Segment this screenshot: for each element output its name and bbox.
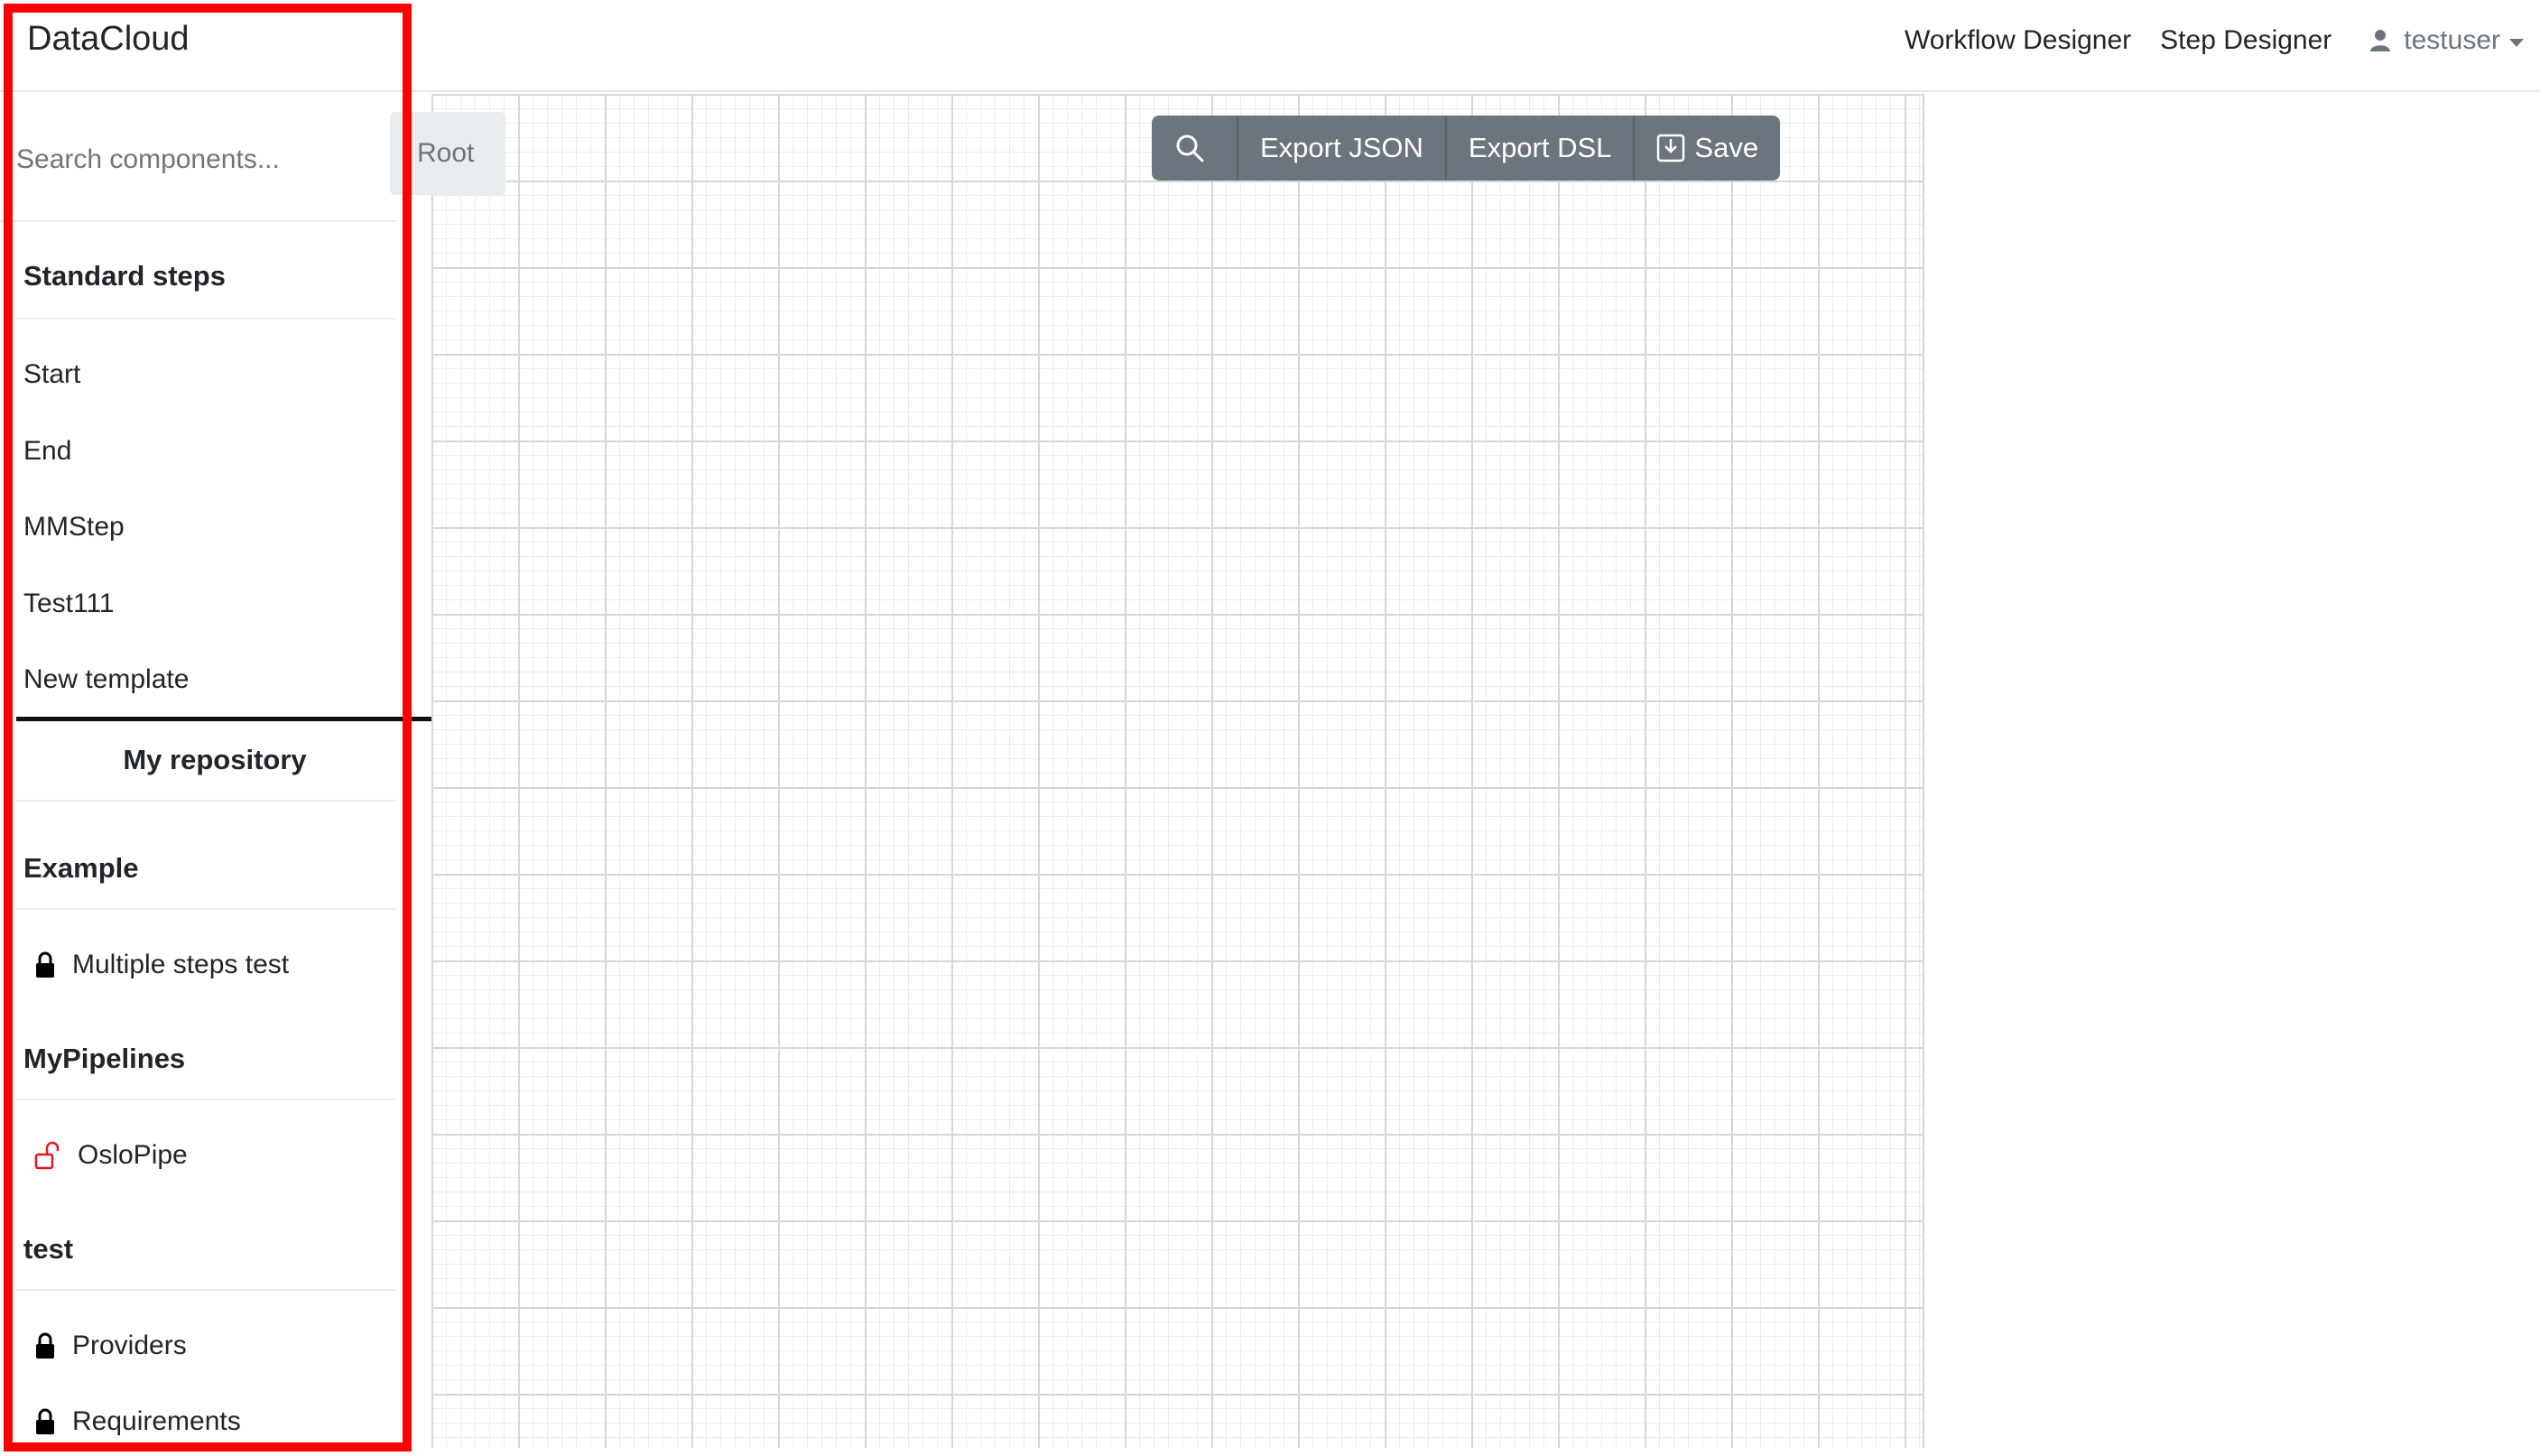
- nav-step-designer[interactable]: Step Designer: [2160, 25, 2331, 56]
- lock-icon: [36, 951, 54, 978]
- pipeline-providers[interactable]: Providers: [34, 1331, 187, 1361]
- user-icon: [2370, 30, 2391, 51]
- pipeline-oslopipe[interactable]: OsloPipe: [34, 1140, 188, 1171]
- repository-divider: [16, 717, 431, 721]
- group-test[interactable]: test: [23, 1233, 73, 1266]
- user-name: testuser: [2404, 25, 2500, 55]
- search-icon: [1176, 134, 1204, 162]
- canvas-toolbar: Export JSON Export DSL Save: [1152, 116, 1781, 181]
- lock-icon: [36, 1332, 54, 1359]
- zoom-search-button[interactable]: [1152, 116, 1238, 181]
- divider: [16, 800, 395, 802]
- step-end[interactable]: End: [23, 436, 71, 467]
- brand-logo[interactable]: DataCloud: [27, 20, 190, 59]
- export-json-button[interactable]: Export JSON: [1238, 116, 1447, 181]
- section-standard-steps: Standard steps: [23, 260, 226, 292]
- pipeline-label: OsloPipe: [78, 1140, 188, 1170]
- divider: [16, 1289, 395, 1291]
- step-start[interactable]: Start: [23, 359, 80, 390]
- export-dsl-button[interactable]: Export DSL: [1446, 116, 1636, 181]
- save-label: Save: [1694, 132, 1759, 163]
- search-row: [0, 92, 397, 222]
- unlock-icon: [34, 1141, 60, 1170]
- divider: [16, 908, 395, 910]
- group-mypipelines[interactable]: MyPipelines: [23, 1043, 185, 1075]
- divider: [16, 1099, 395, 1100]
- step-test111[interactable]: Test111: [23, 589, 115, 619]
- lock-icon: [36, 1408, 54, 1434]
- pipeline-label: Providers: [72, 1331, 187, 1360]
- save-icon: [1657, 134, 1685, 162]
- pipeline-label: Multiple steps test: [72, 950, 290, 979]
- repository-title: My repository: [123, 744, 307, 775]
- nav-workflow-designer[interactable]: Workflow Designer: [1905, 25, 2131, 56]
- save-button[interactable]: Save: [1635, 116, 1781, 181]
- step-new-template[interactable]: New template: [23, 664, 189, 695]
- workflow-canvas[interactable]: [431, 94, 1924, 1448]
- divider: [16, 318, 395, 320]
- chevron-down-icon: [2509, 38, 2524, 47]
- pipeline-label: Requirements: [72, 1406, 241, 1436]
- nav-links: Workflow Designer Step Designer testuser: [1876, 25, 2524, 56]
- top-navbar: DataCloud Workflow Designer Step Designe…: [0, 0, 2540, 92]
- pipeline-requirements[interactable]: Requirements: [34, 1406, 241, 1437]
- step-mmstep[interactable]: MMStep: [23, 512, 125, 543]
- user-menu[interactable]: testuser: [2369, 25, 2524, 56]
- pipeline-multiple-steps-test[interactable]: Multiple steps test: [34, 950, 289, 980]
- group-example[interactable]: Example: [23, 852, 139, 885]
- component-sidebar: Standard steps Start End MMStep Test111 …: [0, 92, 431, 1456]
- search-input[interactable]: [16, 137, 377, 182]
- breadcrumb-root[interactable]: Root: [390, 112, 505, 195]
- app-root: DataCloud Workflow Designer Step Designe…: [0, 0, 2540, 1456]
